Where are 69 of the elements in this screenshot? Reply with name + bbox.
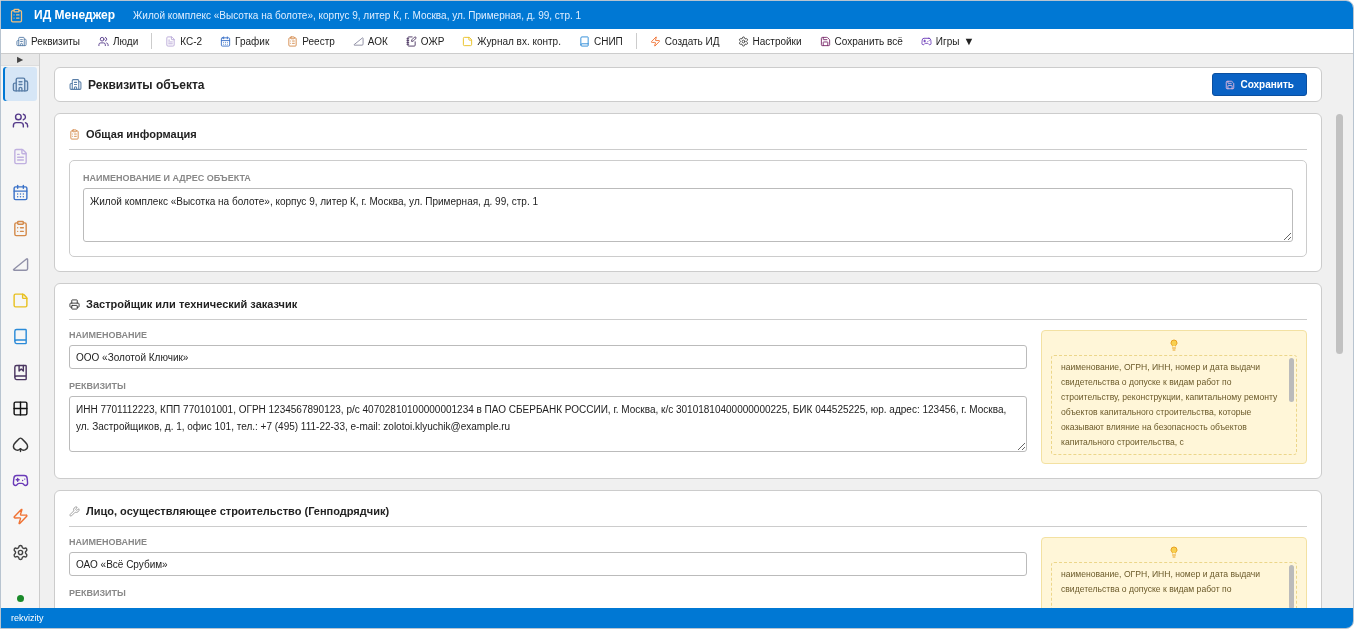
building-icon (16, 35, 27, 47)
toolbar-button[interactable]: ОЖР (396, 30, 454, 52)
hint-text: наименование, ОГРН, ИНН, номер и дата выдачи свидетельства о допуске к видам работ по (1061, 568, 1262, 596)
address-field[interactable]: Жилой комплекс «Высотка на болоте», корпус 9, литер К, г. Москва, ул. Примерная, д. 99, стр. 1 (83, 188, 1293, 242)
scrollbar[interactable] (1289, 358, 1294, 402)
app-title: ИД Менеджер (34, 8, 116, 22)
lightning-icon (649, 35, 661, 47)
toolbar-button[interactable]: Журнал вх. контр. (453, 30, 570, 52)
people-icon (98, 35, 109, 47)
spade-icon (11, 435, 29, 453)
clipboard-icon (9, 7, 24, 23)
notebook-icon (405, 35, 417, 47)
toolbar-button[interactable]: Сохранить всё (810, 30, 912, 52)
clipboard-icon (287, 35, 299, 47)
field-label: НАИМЕНОВАНИЕ (69, 330, 148, 340)
sticky-note-icon (11, 291, 29, 309)
notebook-icon (11, 363, 29, 381)
section-title: Лицо, осуществляющее строительство (Генподрядчик) (86, 505, 390, 517)
toolbar-button[interactable]: График (211, 30, 279, 52)
settings-icon (737, 35, 749, 47)
printer-icon (69, 298, 80, 310)
toolbar-button[interactable]: Игры ▼ (911, 30, 984, 52)
toolbar-button[interactable]: КС-2 (156, 30, 212, 52)
status-text: rekvizity (11, 613, 44, 623)
toolbar-button[interactable]: АОК (343, 30, 397, 52)
calendar-icon (11, 183, 29, 201)
sticky-note-icon (462, 35, 474, 47)
clipboard-icon (11, 219, 29, 237)
toolbar-button[interactable]: Настройки (728, 30, 811, 52)
hint-text: наименование, ОГРН, ИНН, номер и дата выдачи свидетельства о допуске к видам работ по строительству, реконструкции, капитальному ремонту объектов капитального строительства, которые оказывают влияние на безопасность объектов капитального строительства, с (1061, 361, 1278, 449)
toolbar-button[interactable]: Люди (89, 30, 148, 52)
caret-icon: ▼ (963, 35, 975, 47)
field-label: НАИМЕНОВАНИЕ И АДРЕС ОБЪЕКТА (83, 173, 252, 183)
details-field[interactable]: ИНН 7701112223, КПП 770101001, ОГРН 1234567890123, р/с 40702810100000001234 в ПАО СБЕРБАНК РОССИИ, г. Москва, к/с 30101810400000000225, БИК 044525225, юр. адрес: 123456, г. Москва, ул. Застройщиков, д. 1, офис 101, тел.: +7 (495) 111-22-33, e-mail: zolotoi.klyuchik@example.ru (69, 396, 1027, 452)
object-address: Жилой комплекс «Высотка на болоте», корпус 9, литер К, г. Москва, ул. Примерная, д. 99, стр. 1 (133, 9, 582, 21)
lightbulb-icon (1168, 339, 1180, 351)
gamepad-icon (920, 35, 932, 47)
name-field[interactable]: ОАО «Всё Срубим» (69, 552, 1027, 576)
book-icon (578, 35, 590, 47)
save-icon (1225, 79, 1236, 90)
toolbar-button[interactable]: Реквизиты (7, 30, 89, 52)
save-icon (819, 35, 831, 47)
ruler-icon (352, 35, 364, 47)
field-label: РЕКВИЗИТЫ (69, 588, 127, 598)
book-icon (11, 327, 29, 345)
toolbar-button[interactable]: СНИП (569, 30, 632, 52)
name-field[interactable]: ООО «Золотой Ключик» (69, 345, 1027, 369)
scrollbar[interactable] (1289, 565, 1294, 608)
section-title: Застройщик или технический заказчик (86, 298, 298, 310)
building-icon (69, 78, 82, 91)
ruler-icon (11, 255, 29, 273)
sidebar-toggle[interactable]: ▶ (1, 54, 39, 66)
wrench-icon (69, 505, 80, 517)
clipboard-icon (69, 128, 80, 140)
field-label: НАИМЕНОВАНИЕ (69, 537, 148, 547)
lightning-icon (11, 507, 29, 525)
toolbar-button[interactable]: Реестр (278, 30, 344, 52)
people-icon (11, 111, 29, 129)
page-title: Реквизиты объекта (69, 77, 205, 92)
calendar-icon (220, 35, 232, 47)
settings-icon (11, 543, 29, 561)
document-icon (11, 147, 29, 165)
save-button[interactable]: Сохранить (1212, 73, 1307, 96)
section-title: Общая информация (86, 128, 197, 140)
building-icon (11, 75, 29, 93)
toolbar-button[interactable]: Создать ИД (640, 30, 729, 52)
document-icon (165, 35, 177, 47)
field-label: РЕКВИЗИТЫ (69, 381, 127, 391)
lightbulb-icon (1168, 546, 1180, 558)
